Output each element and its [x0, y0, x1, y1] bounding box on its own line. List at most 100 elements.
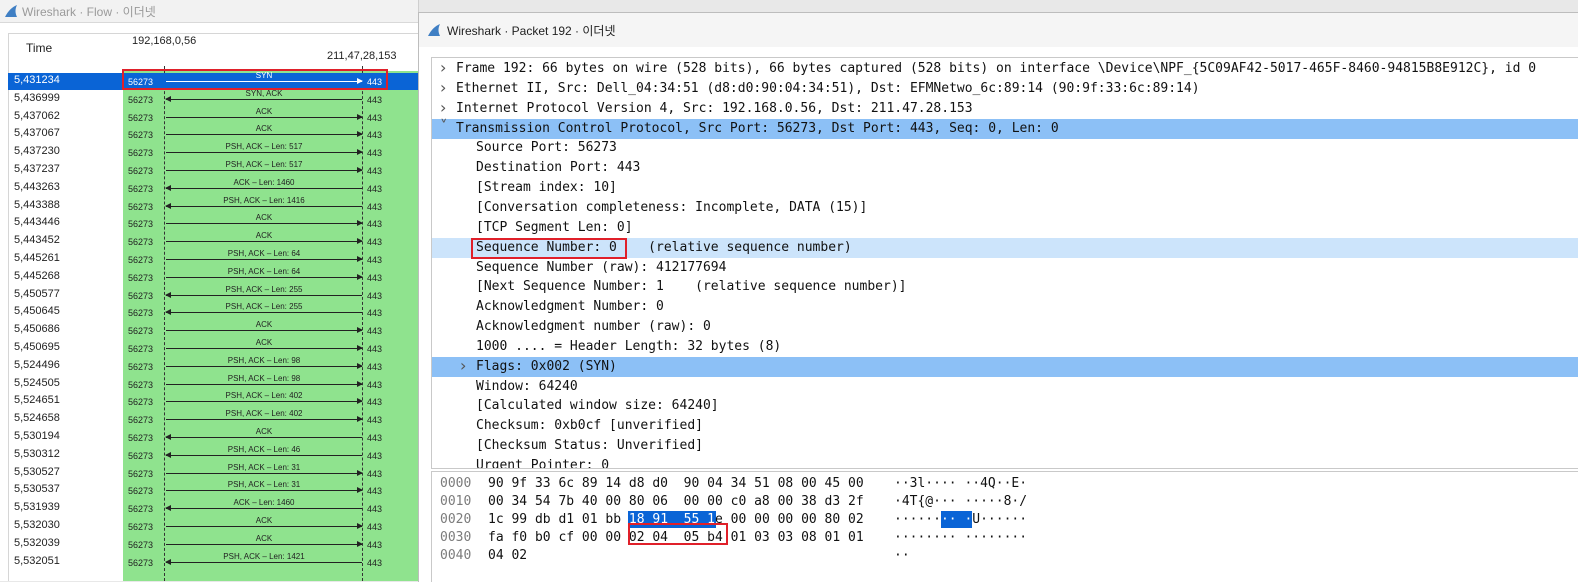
tree-row[interactable]: › Ethernet II, Src: Dell_04:34:51 (d8:d0:… [432, 78, 1578, 99]
flow-row[interactable]: 5,443452 56273 ACK 443 [0, 231, 418, 250]
arrow-left-icon [165, 291, 362, 298]
flow-row[interactable]: 5,531939 56273 ACK – Len: 1460 443 [0, 498, 418, 517]
flow-row[interactable]: 5,443388 56273 PSH, ACK – Len: 1416 443 [0, 196, 418, 215]
flow-row-source-port: 56273 [128, 504, 154, 515]
tree-row[interactable]: › Frame 192: 66 bytes on wire (528 bits),… [432, 58, 1578, 79]
hex-bytes: 00 34 54 7b 40 00 80 06 00 00 c0 a8 00 3… [488, 494, 864, 509]
flow-row[interactable]: 5,530194 56273 ACK 443 [0, 427, 418, 446]
tree-row[interactable]: 1000 .... = Header Length: 32 bytes (8) [432, 337, 1578, 357]
chevron-right-icon[interactable]: › [440, 98, 446, 117]
flow-row-label: PSH, ACK – Len: 517 [225, 142, 303, 152]
flow-row-source-port: 56273 [128, 201, 154, 212]
tree-row[interactable]: [Stream index: 10] [432, 178, 1578, 198]
flow-row-source-port: 56273 [128, 237, 154, 248]
tree-row[interactable]: Source Port: 56273 [432, 138, 1578, 158]
hex-ascii: ········ ········ [894, 530, 1028, 545]
tree-row[interactable]: Sequence Number (raw): 412177694 [432, 258, 1578, 278]
flow-row-source-port: 56273 [128, 130, 154, 141]
tree-row-text: Window: 64240 [476, 378, 578, 394]
tree-row[interactable]: [Checksum Status: Unverified] [432, 436, 1578, 456]
tree-row[interactable]: Checksum: 0xb0cf [unverified] [432, 416, 1578, 436]
flow-row-time: 5,436999 [14, 91, 60, 104]
flow-row-destination-port: 443 [367, 308, 383, 319]
chevron-down-icon[interactable]: ˅ [440, 117, 448, 135]
flow-row-source-port: 56273 [128, 522, 154, 532]
flow-row-destination-port: 443 [367, 130, 383, 141]
flow-window: Wireshark · Flow · 이더넷 Time 192,168,0,56… [0, 0, 419, 581]
chevron-right-icon[interactable]: › [440, 78, 446, 97]
flow-row-label: ACK [255, 124, 273, 134]
flow-row-source-port: 56273 [128, 308, 154, 319]
hex-offset: 0010 [440, 494, 472, 509]
tree-row[interactable]: Acknowledgment Number: 0 [432, 297, 1578, 317]
flow-row[interactable]: 5,530527 56273 PSH, ACK – Len: 31 443 [0, 463, 418, 482]
flow-row-source-port: 56273 [128, 539, 154, 550]
flow-row-destination-port: 443 [367, 94, 383, 105]
flow-row-source-port: 56273 [128, 219, 154, 230]
flow-row-time: 5,450645 [14, 305, 60, 318]
hex-row[interactable]: 0000 90 9f 33 6c 89 14 d8 d0 90 04 34 51 … [432, 475, 1578, 493]
tree-row[interactable]: [TCP Segment Len: 0] [432, 218, 1578, 238]
tree-row[interactable]: ˅ Transmission Control Protocol, Src Port… [432, 117, 1578, 139]
tree-row[interactable]: Window: 64240 [432, 377, 1578, 397]
flow-row[interactable]: 5,445261 56273 PSH, ACK – Len: 64 443 [0, 249, 418, 268]
flow-row-time: 5,450686 [14, 323, 60, 336]
flow-row[interactable]: 5,532051 56273 PSH, ACK – Len: 1421 443 [0, 552, 418, 571]
tree-row[interactable]: › Flags: 0x002 (SYN) [432, 356, 1578, 377]
flow-row[interactable]: 5,524505 56273 PSH, ACK – Len: 98 443 [0, 373, 418, 393]
flow-row-source-port: 56273 [128, 361, 154, 372]
flow-row[interactable]: 5,445268 56273 PSH, ACK – Len: 64 443 [0, 267, 418, 286]
flow-row[interactable]: 5,437230 56273 PSH, ACK – Len: 517 443 [0, 142, 418, 161]
flow-row[interactable]: 5,450695 56273 ACK 443 [0, 338, 418, 357]
flow-row[interactable]: 5,450686 56273 ACK 443 [0, 320, 418, 339]
flow-row-time: 5,445268 [14, 269, 60, 282]
chevron-right-icon[interactable]: › [460, 356, 466, 375]
flow-row-destination-port: 443 [367, 290, 383, 301]
flow-row-time: 5,530527 [14, 465, 60, 478]
flow-row[interactable]: 5,524496 56273 PSH, ACK – Len: 98 443 [0, 356, 418, 375]
packet-bytes-pane[interactable]: 0040 04 02 ·· 0030 fa f0 b0 cf 00 00 02 04 0… [431, 471, 1578, 582]
tree-row[interactable]: Acknowledgment number (raw): 0 [432, 317, 1578, 337]
packet-details-tree[interactable]: Urgent Pointer: 0 [Checksum Status: Unver… [431, 57, 1578, 469]
arrow-right-icon [166, 149, 363, 156]
flow-row[interactable]: 5,450577 56273 PSH, ACK – Len: 255 443 [0, 284, 418, 304]
flow-row[interactable]: 5,443263 56273 ACK – Len: 1460 443 [0, 178, 418, 197]
hex-row[interactable]: 0010 00 34 54 7b 40 00 80 06 00 00 c0 a8 … [432, 493, 1578, 511]
flow-row[interactable]: 5,524651 56273 PSH, ACK – Len: 402 443 [0, 391, 418, 410]
hex-row[interactable]: 0020 1c 99 db d1 01 bb 18 91 55 1e 00 00 … [432, 511, 1578, 529]
flow-row-destination-port: 443 [367, 326, 383, 337]
flow-row[interactable]: 5,524658 56273 PSH, ACK – Len: 402 443 [0, 409, 418, 428]
flow-row[interactable]: 5,436999 56273 SYN, ACK 443 [0, 89, 418, 108]
arrow-left-icon [165, 184, 362, 191]
tree-row[interactable]: Urgent Pointer: 0 [432, 456, 1578, 469]
flow-row-label: PSH, ACK – Len: 517 [225, 160, 303, 169]
flow-row[interactable]: 5,450645 56273 PSH, ACK – Len: 255 443 [0, 302, 418, 321]
flow-row[interactable]: 5,530312 56273 PSH, ACK – Len: 46 443 [0, 445, 418, 464]
arrow-right-icon [166, 469, 363, 476]
flow-row[interactable]: 5,437067 56273 ACK 443 [0, 124, 418, 143]
hex-row[interactable]: 0040 04 02 ·· [432, 547, 1578, 565]
flow-row-time: 5,443388 [14, 198, 60, 211]
tree-row[interactable]: Destination Port: 443 [432, 158, 1578, 178]
flow-row[interactable]: 5,532039 56273 ACK 443 [0, 534, 418, 553]
flow-row[interactable]: 5,437062 56273 ACK 443 [0, 107, 418, 126]
flow-row-label: PSH, ACK – Len: 255 [225, 284, 303, 294]
tree-row[interactable]: [Conversation completeness: Incomplete, … [432, 198, 1578, 218]
flow-row-source-port: 56273 [128, 290, 154, 301]
tree-row[interactable]: [Calculated window size: 64240] [432, 396, 1578, 416]
flow-row-label: PSH, ACK – Len: 98 [227, 373, 301, 383]
hex-row[interactable]: 0030 fa f0 b0 cf 00 00 02 04 05 b4 01 03 … [432, 529, 1578, 547]
tree-row-text: Urgent Pointer: 0 [476, 458, 610, 469]
flow-row-time: 5,443263 [14, 180, 60, 193]
hex-offset: 0020 [440, 512, 472, 527]
flow-row[interactable]: 5,443446 56273 ACK 443 [0, 213, 418, 232]
chevron-right-icon[interactable]: › [440, 58, 446, 77]
flow-row[interactable]: 5,530537 56273 PSH, ACK – Len: 31 443 [0, 480, 418, 499]
flow-row[interactable]: 5,437237 56273 PSH, ACK – Len: 517 443 [0, 160, 418, 179]
hex-offset: 0030 [440, 530, 472, 545]
tree-row[interactable]: › Internet Protocol Version 4, Src: 192.1… [432, 98, 1578, 119]
tree-row[interactable]: [Next Sequence Number: 1 (relative seque… [432, 277, 1578, 297]
flow-row[interactable]: 5,532030 56273 ACK 443 [0, 516, 418, 535]
hex-ascii: ·4T{@··· ·····8·/ [894, 494, 1028, 509]
flow-row-destination-port: 443 [367, 450, 383, 461]
